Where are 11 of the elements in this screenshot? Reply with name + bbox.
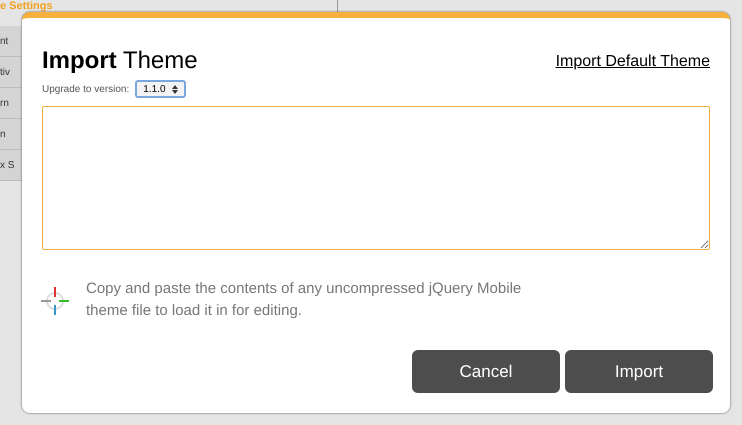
cancel-button[interactable]: Cancel — [412, 350, 560, 393]
import-button[interactable]: Import — [565, 350, 713, 393]
version-select[interactable]: 1.1.0 — [135, 80, 186, 98]
version-label: Upgrade to version: — [42, 82, 130, 96]
import-default-link[interactable]: Import Default Theme — [556, 50, 710, 74]
spinner-icon — [172, 84, 178, 94]
dialog-title: Import Theme — [42, 46, 198, 76]
help-text: Copy and paste the contents of any uncompressed jQuery Mobile theme file to load it in for editing. — [86, 279, 522, 321]
panel-title: e Settings — [0, 0, 54, 12]
crosshair-icon — [38, 284, 72, 318]
theme-textarea[interactable] — [42, 106, 710, 250]
